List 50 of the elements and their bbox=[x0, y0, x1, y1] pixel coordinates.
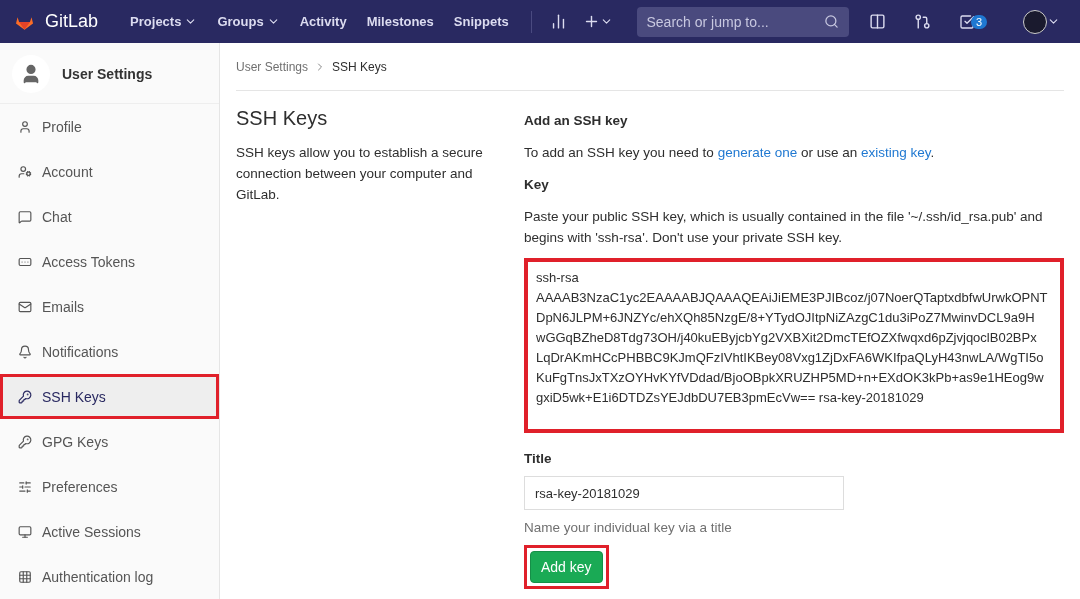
sidebar-item[interactable]: Emails bbox=[0, 284, 219, 329]
sidebar-item[interactable]: Authentication log bbox=[0, 554, 219, 599]
sidebar-item[interactable]: Preferences bbox=[0, 464, 219, 509]
avatar[interactable] bbox=[1023, 9, 1047, 34]
help-text: To add an SSH key you need to generate one or use an existing key. bbox=[524, 144, 936, 162]
grid-icon bbox=[18, 569, 32, 584]
sidebar-item[interactable]: Notifications bbox=[0, 329, 219, 374]
search-field[interactable]: Search or jump to... bbox=[636, 6, 849, 37]
nav-link[interactable]: Projects bbox=[122, 8, 206, 35]
breadcrumb-link[interactable]: User Settings bbox=[236, 59, 309, 74]
mail-icon bbox=[18, 299, 32, 314]
monitor-icon bbox=[18, 524, 32, 539]
link[interactable]: existing key bbox=[861, 145, 931, 160]
nav-link[interactable]: Snippets bbox=[445, 8, 517, 35]
todo-icon[interactable] bbox=[958, 13, 975, 30]
sidebar-item[interactable]: Chat bbox=[0, 194, 219, 239]
sliders-icon bbox=[18, 479, 32, 494]
nav-link[interactable]: Groups bbox=[209, 8, 288, 35]
breadcrumb-link[interactable]: SSH Keys bbox=[332, 59, 387, 74]
nav-link[interactable]: Activity bbox=[291, 8, 355, 35]
search-icon bbox=[823, 14, 839, 29]
avatar bbox=[12, 55, 50, 93]
field-label: Title bbox=[524, 451, 553, 466]
nav-link[interactable]: Milestones bbox=[358, 8, 442, 35]
sidebar-title: User Settings bbox=[62, 66, 153, 82]
help-text: Name your individual key via a title bbox=[524, 520, 733, 535]
sidebar-item[interactable]: SSH Keys bbox=[0, 374, 219, 419]
key-field[interactable]: ssh-rsa AAAAB3NzaC1yc2EAAAABJQAAAQEAiJiEME3PJIBcoz/j07NoerQTaptxdbfwUrwkOPNT DpN6JLPM+6JNZYc/ehXQh85NzgE/8+YTydOJItpNiZAzgC1du3iPoZ7MwinvDCL9a9H wGGqBZheD8Tdg73OH/j40kuEByjcbYg2VXBXit2DmcTEfOZXfwqxd6pZjvjqoclB02BPx LqDrAKmHCcPHBBC9KJmQFzIVhtIKBey08Vxg1ZjDxFA6WKIfpaQLyH43nwLA/WgTI5o KuFgTnsJxTXzOYHvKYfVDdad/BjoOBpkXRUZHP5MD+n+EXdOK3kPb+as9e1HEog9w gxiD5wk+E1i6DTDZsYEJdbDU7EB3pmEcVw== rsa-key-20181029 bbox=[524, 258, 1064, 433]
brand-name[interactable]: GitLab bbox=[45, 11, 99, 32]
help-text: Paste your public SSH key, which is usually contained in the file '~/.ssh/id_rsa.pub' and begins with 'ssh-rsa'. Don't use your private SSH key. bbox=[524, 208, 1044, 247]
todo-count: 3 bbox=[970, 14, 987, 29]
key-icon bbox=[18, 434, 32, 449]
page-title: SSH Keys bbox=[236, 107, 329, 130]
sidebar-item[interactable]: Access Tokens bbox=[0, 239, 219, 284]
description: SSH keys allow you to establish a secure connection between your computer and GitLab. bbox=[236, 144, 484, 204]
link[interactable]: generate one bbox=[717, 145, 798, 160]
merge-request-icon[interactable] bbox=[913, 13, 931, 30]
sidebar-item[interactable]: Account bbox=[0, 149, 219, 194]
user-gear-icon bbox=[18, 164, 32, 179]
bell-icon bbox=[18, 344, 32, 359]
section-heading: Add an SSH key bbox=[524, 113, 629, 128]
sidebar-item[interactable]: Active Sessions bbox=[0, 509, 219, 554]
sidebar-item[interactable]: Profile bbox=[0, 104, 219, 149]
chat-icon bbox=[18, 209, 32, 224]
panel-icon[interactable] bbox=[868, 13, 886, 30]
user-icon bbox=[18, 119, 32, 134]
title-field[interactable]: rsa-key-20181029 bbox=[524, 476, 844, 510]
sidebar-item[interactable]: GPG Keys bbox=[0, 419, 219, 464]
field-label: Key bbox=[524, 177, 550, 192]
key-icon bbox=[18, 389, 32, 404]
